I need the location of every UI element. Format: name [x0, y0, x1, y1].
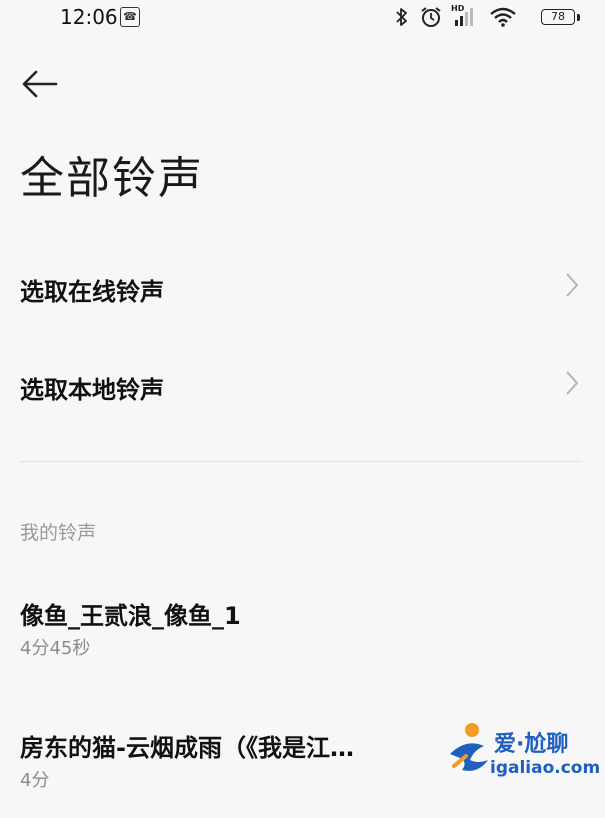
- section-header-my-ringtones: 我的铃声: [20, 522, 97, 544]
- status-time: 12:06: [60, 5, 118, 29]
- runner-logo-icon: [450, 723, 488, 771]
- divider: [20, 461, 582, 462]
- chevron-right-icon: [566, 371, 579, 395]
- battery-tip: [577, 14, 580, 21]
- signal-icon: [455, 8, 473, 26]
- wifi-icon: [490, 7, 516, 27]
- ringtone-title: 房东的猫-云烟成雨（《我是江…: [20, 734, 354, 762]
- ringtone-duration: 4分45秒: [20, 638, 91, 659]
- status-bar: 12:06 ☎ HD 78: [0, 0, 605, 36]
- status-icons: HD 78: [393, 4, 583, 30]
- option-label: 选取在线铃声: [20, 278, 164, 306]
- online-ringtone-option[interactable]: 选取在线铃声: [0, 248, 605, 328]
- battery-icon: 78: [541, 9, 575, 25]
- ringtone-title: 像鱼_王贰浪_像鱼_1: [20, 602, 241, 630]
- page-title: 全部铃声: [20, 153, 204, 204]
- bluetooth-icon: [396, 8, 407, 26]
- battery-level: 78: [551, 10, 565, 23]
- local-ringtone-option[interactable]: 选取本地铃声: [0, 346, 605, 426]
- ringtone-item[interactable]: 像鱼_王贰浪_像鱼_1 4分45秒: [0, 596, 605, 686]
- watermark-text: 爱·尬聊: [494, 732, 569, 757]
- back-button[interactable]: [20, 66, 64, 102]
- watermark-url: igaliao.com: [490, 758, 601, 778]
- chevron-right-icon: [566, 273, 579, 297]
- watermark-logo: 爱·尬聊 igaliao.com: [444, 718, 604, 786]
- alarm-icon: [421, 7, 441, 27]
- ringtone-duration: 4分: [20, 770, 50, 791]
- notification-icon: ☎: [120, 7, 140, 27]
- option-label: 选取本地铃声: [20, 376, 164, 404]
- back-arrow-icon: [22, 70, 58, 98]
